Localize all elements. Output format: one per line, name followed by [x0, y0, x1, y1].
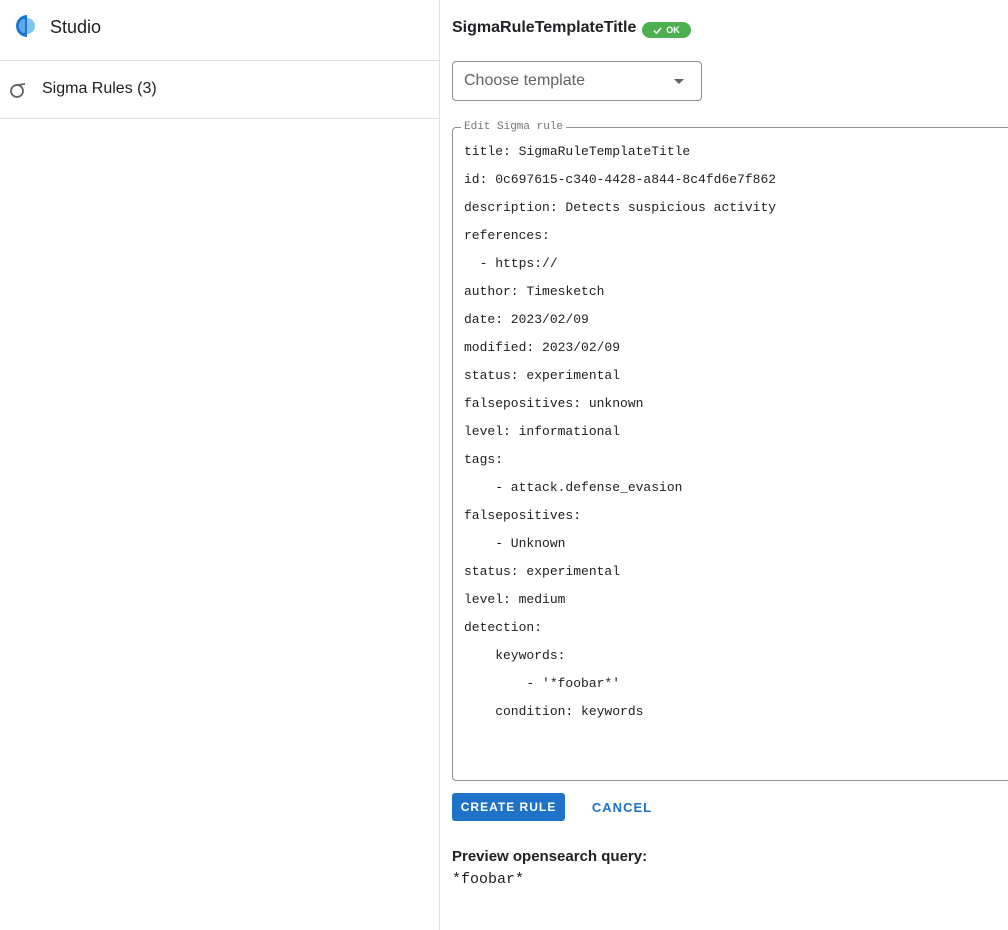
code-line: falsepositives: [464, 508, 582, 523]
left-panel: Studio Sigma Rules (3) [0, 0, 440, 930]
code-line: - https:// [464, 256, 558, 271]
rule-editor-panel: SigmaRuleTemplateTitle OK Choose templat… [440, 0, 1008, 930]
timesketch-logo-icon [16, 15, 35, 37]
app-name: Studio [50, 17, 102, 37]
app-root: Studio Sigma Rules (3) SigmaRuleTemplate… [0, 0, 1008, 930]
status-badge-label: OK [666, 25, 680, 35]
code-line: status: experimental [464, 368, 621, 383]
sigma-icon [10, 83, 26, 98]
code-line: status: experimental [464, 564, 621, 579]
status-badge: OK [642, 22, 691, 38]
code-line: falsepositives: unknown [464, 396, 644, 411]
code-line: modified: 2023/02/09 [464, 340, 621, 355]
code-line: description: Detects suspicious activity [464, 200, 777, 215]
sidebar-item-label: Sigma Rules (3) [42, 80, 157, 97]
studio-header: Studio [0, 0, 439, 61]
code-line: author: Timesketch [464, 284, 605, 299]
check-icon [653, 26, 662, 34]
code-line: - Unknown [464, 536, 566, 551]
template-select[interactable]: Choose template [452, 61, 702, 101]
cancel-button[interactable]: CANCEL [580, 793, 664, 821]
code-line: keywords: [464, 648, 566, 663]
preview-heading: Preview opensearch query: [452, 848, 648, 865]
template-select-placeholder: Choose template [464, 72, 585, 89]
rule-title: SigmaRuleTemplateTitle [452, 19, 637, 36]
create-rule-button[interactable]: CREATE RULE [452, 793, 565, 821]
code-line: level: medium [464, 592, 566, 607]
code-line: title: SigmaRuleTemplateTitle [464, 144, 691, 159]
editor-content: title: SigmaRuleTemplateTitle id: 0c6976… [464, 144, 776, 732]
code-line: id: 0c697615-c340-4428-a844-8c4fd6e7f862 [464, 172, 777, 187]
code-line: condition: keywords [464, 704, 644, 719]
preview-query: *foobar* [452, 871, 525, 888]
code-line: tags: [464, 452, 504, 467]
code-line: level: informational [464, 424, 621, 439]
editor-label: Edit Sigma rule [461, 121, 567, 133]
code-line: references: [464, 228, 550, 243]
code-line: - attack.defense_evasion [464, 480, 683, 495]
sigma-rule-editor[interactable]: Edit Sigma rule title: SigmaRuleTemplate… [452, 121, 1008, 781]
code-line: date: 2023/02/09 [464, 312, 589, 327]
code-line: detection: [464, 620, 543, 635]
chevron-down-icon [674, 79, 684, 84]
code-line: - '*foobar*' [464, 676, 621, 691]
sidebar-item-sigma-rules[interactable]: Sigma Rules (3) [0, 61, 439, 119]
